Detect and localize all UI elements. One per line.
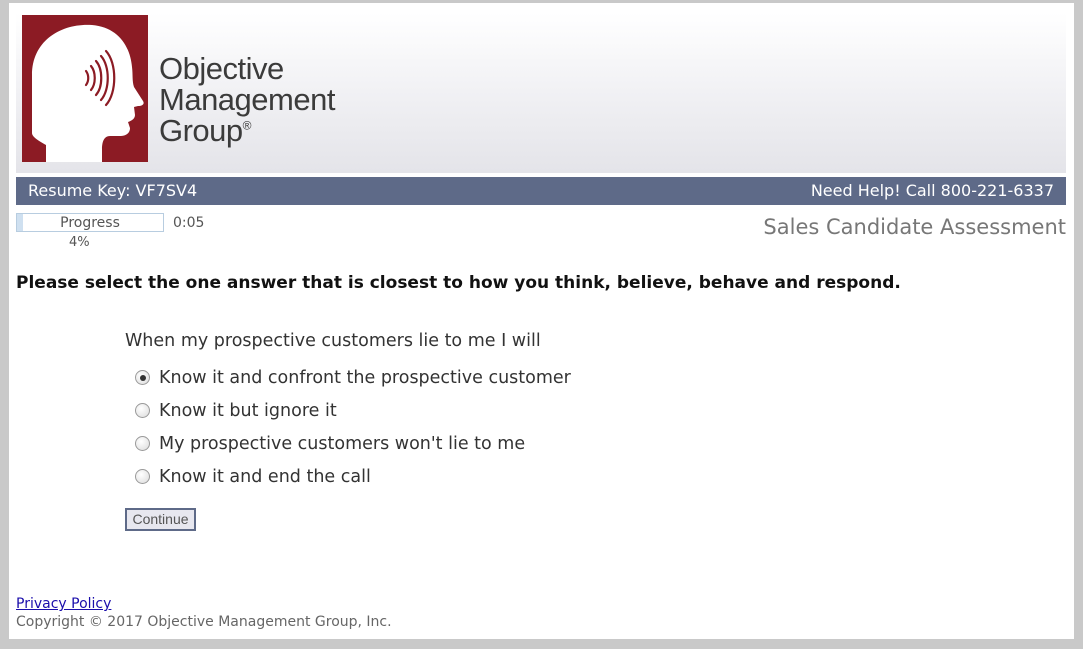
copyright-text: Copyright © 2017 Objective Management Gr…: [16, 614, 392, 630]
logo-line-3: Group®: [159, 113, 252, 148]
logo-head-icon: [22, 15, 148, 162]
timer: 0:05: [173, 215, 205, 231]
option-label: My prospective customers won't lie to me: [159, 433, 526, 454]
progress-bar: Progress: [16, 213, 164, 232]
resume-key: Resume Key: VF7SV4: [28, 181, 198, 200]
assessment-title: Sales Candidate Assessment: [763, 215, 1066, 239]
logo-line-1: Objective: [159, 51, 284, 86]
radio-button[interactable]: [135, 403, 150, 418]
logo-wordmark: Objective Management Group®: [159, 53, 335, 146]
answer-option-1[interactable]: Know it and confront the prospective cus…: [135, 361, 571, 394]
option-label: Know it and confront the prospective cus…: [159, 367, 571, 388]
instruction-text: Please select the one answer that is clo…: [16, 273, 901, 293]
answer-options: Know it and confront the prospective cus…: [135, 361, 571, 493]
answer-option-2[interactable]: Know it but ignore it: [135, 394, 571, 427]
answer-option-3[interactable]: My prospective customers won't lie to me: [135, 427, 571, 460]
progress-percent: 4%: [69, 235, 90, 250]
page-frame: Objective Management Group® Resume Key: …: [9, 3, 1074, 639]
help-phone: Need Help! Call 800-221-6337: [810, 181, 1054, 200]
logo-line-2: Management: [159, 82, 335, 117]
question-text: When my prospective customers lie to me …: [125, 331, 541, 351]
progress-label: Progress: [60, 215, 120, 231]
radio-button[interactable]: [135, 469, 150, 484]
answer-option-4[interactable]: Know it and end the call: [135, 460, 571, 493]
privacy-policy-link[interactable]: Privacy Policy: [16, 596, 111, 612]
info-bar: Resume Key: VF7SV4 Need Help! Call 800-2…: [16, 177, 1066, 205]
option-label: Know it but ignore it: [159, 400, 337, 421]
radio-button[interactable]: [135, 436, 150, 451]
option-label: Know it and end the call: [159, 466, 371, 487]
header-banner: Objective Management Group®: [16, 13, 1066, 173]
continue-button[interactable]: Continue: [125, 508, 196, 531]
radio-button[interactable]: [135, 370, 150, 385]
